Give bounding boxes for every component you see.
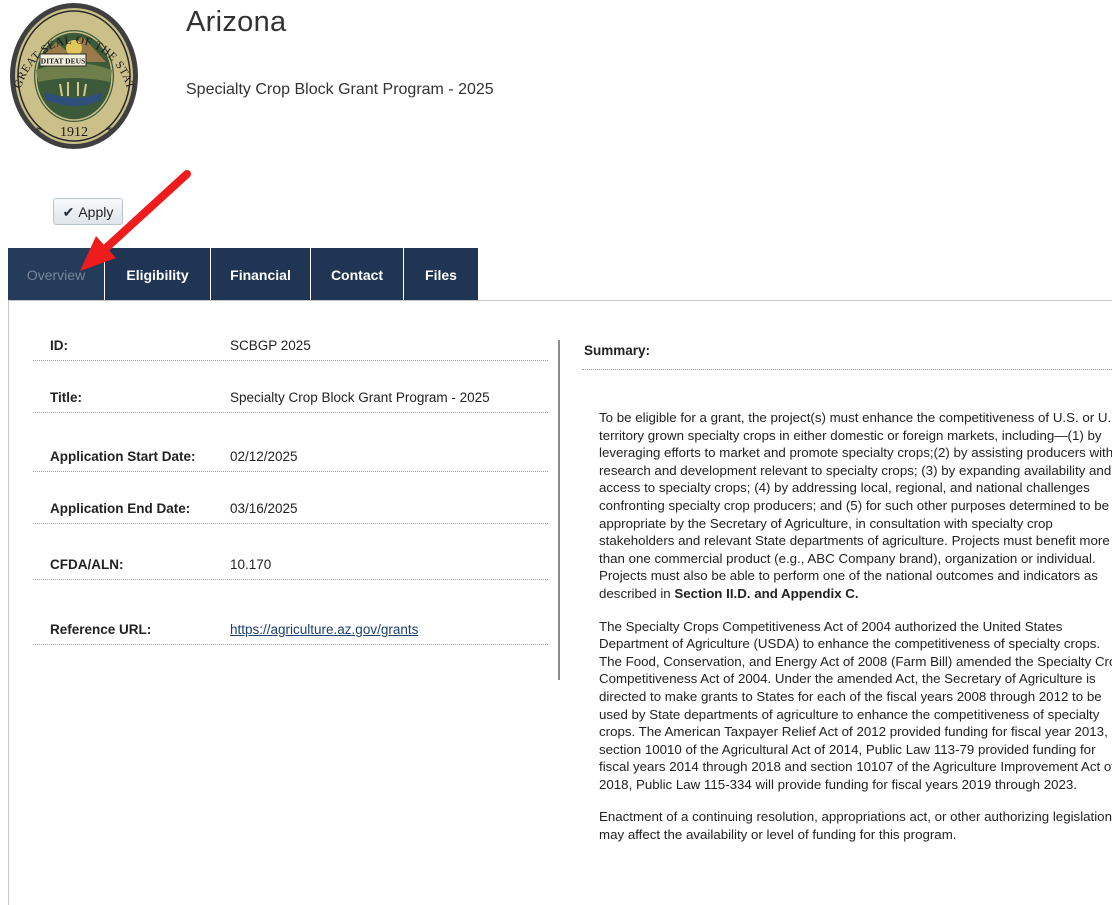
column-divider <box>558 340 560 680</box>
summary-line: may affect the availability or level of … <box>599 827 957 843</box>
summary-line: The Specialty Crops Competitiveness Act … <box>599 618 1063 634</box>
summary-line: Projects must also be able to perform on… <box>599 568 1098 584</box>
detail-row-title: Title: Specialty Crop Block Grant Progra… <box>33 386 548 413</box>
summary-text-fragment: . <box>854 585 859 601</box>
summary-line: fiscal years 2014 through 2018 and secti… <box>599 759 1112 775</box>
tab-bar: Overview Eligibility Financial Contact F… <box>8 248 479 301</box>
arizona-state-seal-logo: DITAT DEUS 1912 * * GREAT SEAL OF THE ST… <box>6 0 138 149</box>
summary-line: stakeholders and relevant State departme… <box>599 533 1110 549</box>
summary-line: research and development relevant to spe… <box>599 462 1112 478</box>
check-icon: ✔ <box>62 203 75 220</box>
tab-contact[interactable]: Contact <box>311 248 404 301</box>
tab-financial[interactable]: Financial <box>211 248 311 301</box>
detail-value: Specialty Crop Block Grant Program - 202… <box>230 390 490 405</box>
summary-line: section 10010 of the Agricultural Act of… <box>599 741 1096 757</box>
detail-row-start-date: Application Start Date: 02/12/2025 <box>33 445 548 472</box>
detail-label: Application Start Date: <box>50 449 196 464</box>
summary-line: appropriate by the Secretary of Agricult… <box>599 515 1053 531</box>
svg-text:*: * <box>36 123 42 137</box>
summary-line: territory grown specialty crops in eithe… <box>599 427 1102 443</box>
summary-line: described in Section II.D. and Appendix … <box>599 585 1112 603</box>
detail-value: 10.170 <box>230 557 272 572</box>
summary-line: The Food, Conservation, and Energy Act o… <box>599 653 1112 669</box>
summary-paragraph-2: The Specialty Crops Competitiveness Act … <box>599 618 1112 794</box>
program-name: Specialty Crop Block Grant Program - 202… <box>186 81 494 98</box>
organization-name: Arizona <box>186 6 287 38</box>
summary-line: directed to make grants to States for ea… <box>599 688 1102 704</box>
detail-value: SCBGP 2025 <box>230 338 311 353</box>
summary-line: 2018, Public Law 115-334 will provide fu… <box>599 776 1078 792</box>
detail-value: 02/12/2025 <box>230 449 298 464</box>
content-left-border <box>8 301 9 905</box>
summary-line: used by State departments of agriculture… <box>599 706 1100 722</box>
tab-divider <box>8 300 1112 301</box>
detail-value: 03/16/2025 <box>230 501 298 516</box>
detail-row-reference-url: Reference URL: https://agriculture.az.go… <box>33 618 548 645</box>
svg-text:*: * <box>106 123 112 137</box>
summary-line: leveraging efforts to market and promote… <box>599 445 1112 461</box>
summary-line: Enactment of a continuing resolution, ap… <box>599 809 1112 825</box>
detail-row-id: ID: SCBGP 2025 <box>33 334 548 361</box>
summary-text-fragment: described in <box>599 585 675 601</box>
tab-files[interactable]: Files <box>404 248 479 301</box>
apply-button-label: Apply <box>78 203 114 220</box>
summary-line: than one commercial product (e.g., ABC C… <box>599 550 1096 566</box>
detail-row-cfda: CFDA/ALN: 10.170 <box>33 553 548 580</box>
summary-line: confronting specialty crop producers; an… <box>599 497 1109 513</box>
summary-paragraph-3: Enactment of a continuing resolution, ap… <box>599 808 1112 843</box>
apply-button[interactable]: ✔ Apply <box>53 198 123 225</box>
summary-text: To be eligible for a grant, the project(… <box>599 409 1112 844</box>
detail-label: Title: <box>50 390 83 405</box>
tab-eligibility[interactable]: Eligibility <box>105 248 211 301</box>
summary-line: To be eligible for a grant, the project(… <box>599 410 1112 425</box>
summary-line: crops. The American Taxpayer Relief Act … <box>599 724 1108 740</box>
summary-label: Summary: <box>584 343 651 358</box>
svg-text:1912: 1912 <box>60 125 88 140</box>
detail-label: Application End Date: <box>50 501 191 516</box>
summary-line: access to specialty crops; (4) by addres… <box>599 480 1090 496</box>
summary-paragraph-1: To be eligible for a grant, the project(… <box>599 409 1112 603</box>
summary-section-reference: Section II.D. and Appendix C <box>674 585 855 601</box>
summary-line: Competitiveness Act of 2004. Under the a… <box>599 671 1096 687</box>
tab-overview[interactable]: Overview <box>8 248 105 301</box>
reference-url-link[interactable]: https://agriculture.az.gov/grants <box>230 622 418 637</box>
summary-line: Department of Agriculture (USDA) to enha… <box>599 636 1101 652</box>
detail-label: Reference URL: <box>50 622 152 637</box>
summary-header: Summary: <box>582 339 1112 370</box>
detail-label: ID: <box>50 338 68 353</box>
svg-text:DITAT DEUS: DITAT DEUS <box>41 57 85 66</box>
detail-row-end-date: Application End Date: 03/16/2025 <box>33 497 548 524</box>
detail-label: CFDA/ALN: <box>50 557 124 572</box>
